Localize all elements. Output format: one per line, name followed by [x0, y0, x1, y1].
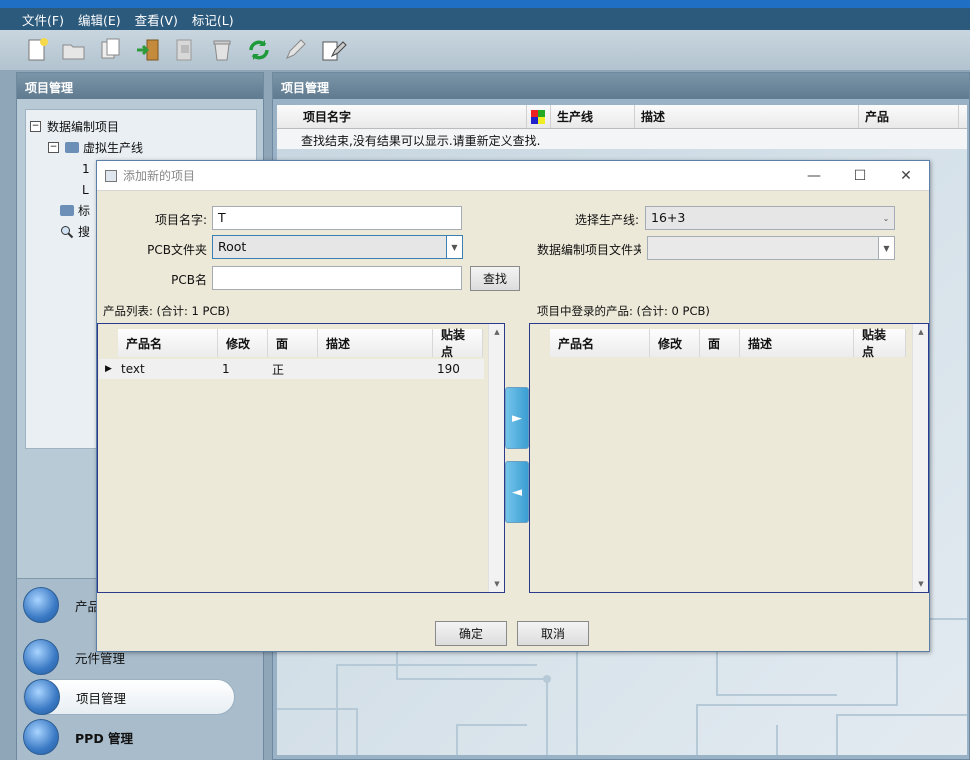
chevron-down-icon[interactable]: ⌄: [878, 207, 894, 229]
product-orb-icon: [23, 587, 59, 623]
nav-item-ppd[interactable]: PPD 管理: [23, 719, 235, 755]
search-icon: [61, 225, 74, 238]
add-project-dialog: 添加新的项目 — ☐ ✕ 项目名字: T PCB文件夹 Root ▼ PCB名 …: [96, 160, 930, 652]
col-product[interactable]: 产品: [859, 105, 959, 128]
copy-icon[interactable]: [94, 34, 128, 66]
col-revision[interactable]: 修改: [650, 329, 700, 357]
remove-from-project-button[interactable]: ◄: [505, 461, 529, 523]
data-folder-select[interactable]: ▼: [647, 236, 895, 260]
pcb-folder-label: PCB文件夹: [147, 243, 207, 257]
project-products-header: 产品名 修改 面 描述 贴装点: [550, 328, 906, 359]
pcb-name-label: PCB名: [171, 273, 207, 287]
scroll-up-icon[interactable]: ▲: [489, 324, 505, 340]
component-orb-icon: [23, 639, 59, 675]
col-revision[interactable]: 修改: [218, 329, 268, 357]
col-points[interactable]: 贴装点: [854, 328, 906, 359]
dropdown-arrow-icon[interactable]: ▼: [878, 237, 894, 259]
find-button[interactable]: 查找: [470, 266, 520, 291]
delete-icon[interactable]: [205, 34, 239, 66]
folder-icon: [65, 142, 79, 153]
ok-button[interactable]: 确定: [435, 621, 507, 646]
col-product-name[interactable]: 产品名: [118, 329, 218, 357]
col-project-name[interactable]: 项目名字: [297, 105, 527, 128]
tree-node-line[interactable]: − 虚拟生产线: [30, 137, 252, 158]
product-list-header: 产品名 修改 面 描述 贴装点: [118, 328, 483, 359]
scrollbar[interactable]: ▲ ▼: [912, 324, 928, 592]
table-row[interactable]: ▶ text 1 正 190: [99, 359, 484, 379]
col-side[interactable]: 面: [700, 329, 740, 357]
col-product-name[interactable]: 产品名: [550, 329, 650, 357]
import-icon[interactable]: [131, 34, 165, 66]
window-top-edge: [0, 0, 970, 8]
ppd-orb-icon: [23, 719, 59, 755]
row-pointer-icon: ▶: [105, 364, 112, 374]
menu-view[interactable]: 查看(V): [135, 10, 178, 29]
color-icon: [527, 105, 551, 128]
col-desc[interactable]: 描述: [740, 329, 854, 357]
line-select[interactable]: 16+3 ⌄: [645, 206, 895, 230]
left-panel-title: 项目管理: [17, 73, 263, 99]
collapse-icon[interactable]: −: [30, 121, 41, 132]
scroll-down-icon[interactable]: ▼: [913, 576, 929, 592]
project-name-label: 项目名字:: [154, 213, 207, 227]
grid-header: 项目名字 生产线 描述 产品: [277, 105, 967, 129]
close-icon[interactable]: ✕: [883, 161, 929, 191]
tree-node-root[interactable]: − 数据编制项目: [30, 116, 252, 137]
edit-icon[interactable]: [279, 34, 313, 66]
scrollbar[interactable]: ▲ ▼: [488, 324, 504, 592]
collapse-icon[interactable]: −: [48, 142, 59, 153]
col-description[interactable]: 描述: [635, 105, 859, 128]
menu-mark[interactable]: 标记(L): [192, 10, 234, 29]
scroll-up-icon[interactable]: ▲: [913, 324, 929, 340]
pcb-folder-select[interactable]: Root ▼: [212, 235, 463, 259]
dialog-titlebar: 添加新的项目 — ☐ ✕: [97, 161, 929, 191]
properties-icon[interactable]: [316, 34, 350, 66]
window-icon: [105, 169, 117, 182]
menu-edit[interactable]: 编辑(E): [78, 10, 121, 29]
data-folder-label: 数据编制项目文件夹: [537, 243, 641, 257]
refresh-icon[interactable]: [242, 34, 276, 66]
maximize-icon[interactable]: ☐: [837, 161, 883, 191]
scroll-down-icon[interactable]: ▼: [489, 576, 505, 592]
add-to-project-button[interactable]: ►: [505, 387, 529, 449]
product-list-caption: 产品列表: (合计: 1 PCB): [103, 304, 230, 318]
search-result-message: 查找结束,没有结果可以显示.请重新定义查找.: [277, 129, 967, 149]
minimize-icon[interactable]: —: [791, 161, 837, 191]
right-panel-title: 项目管理: [273, 73, 969, 99]
folder-icon: [60, 205, 74, 216]
toolbar: [0, 30, 970, 70]
project-name-field[interactable]: T: [212, 206, 462, 230]
nav-item-project[interactable]: 项目管理: [23, 679, 235, 715]
col-points[interactable]: 贴装点: [433, 328, 483, 359]
menu-file[interactable]: 文件(F): [22, 10, 64, 29]
pcb-name-field[interactable]: [212, 266, 462, 290]
product-list: 产品名 修改 面 描述 贴装点 ▶ text 1 正 190 ▲ ▼: [97, 323, 505, 593]
project-products-caption: 项目中登录的产品: (合计: 0 PCB): [537, 304, 710, 318]
cancel-button[interactable]: 取消: [517, 621, 589, 646]
export-icon[interactable]: [168, 34, 202, 66]
new-icon[interactable]: [20, 34, 54, 66]
project-products-list: 产品名 修改 面 描述 贴装点 ▲ ▼: [529, 323, 929, 593]
open-folder-icon[interactable]: [57, 34, 91, 66]
menu-bar: 文件(F) 编辑(E) 查看(V) 标记(L): [0, 8, 970, 30]
project-orb-icon: [24, 679, 60, 715]
line-label: 选择生产线:: [574, 213, 639, 227]
col-line[interactable]: 生产线: [551, 105, 635, 128]
col-desc[interactable]: 描述: [318, 329, 433, 357]
dropdown-arrow-icon[interactable]: ▼: [446, 236, 462, 258]
col-side[interactable]: 面: [268, 329, 318, 357]
